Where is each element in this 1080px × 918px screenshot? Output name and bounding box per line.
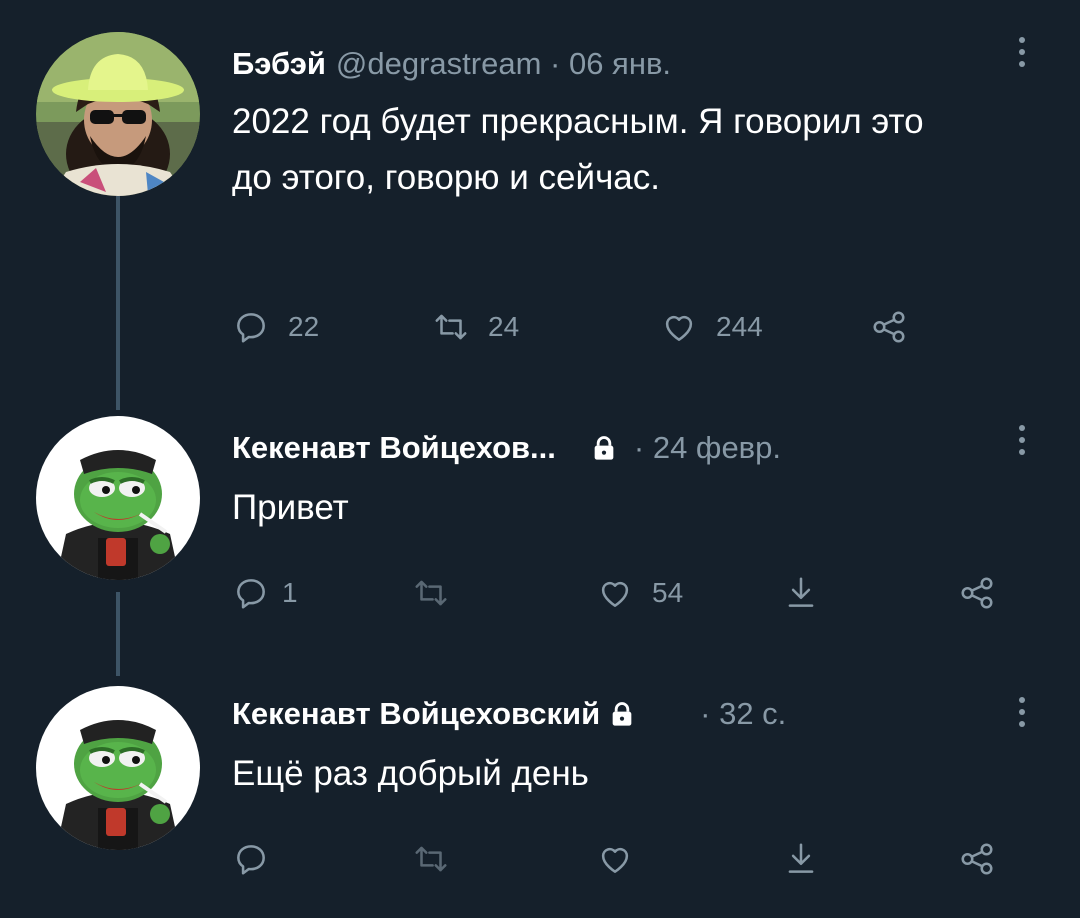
more-vertical-icon[interactable] [1010,688,1034,736]
tweet-header: Бэбэй @degrastream · 06 янв. [232,40,671,88]
like-button[interactable]: 244 [660,302,763,352]
share-icon [961,843,993,875]
reply-count: 22 [288,311,320,342]
tweet-text: Привет [232,488,349,527]
reply-button[interactable]: 22 [232,302,319,352]
lock-icon [612,702,632,726]
retweet-icon [415,580,447,606]
reply-count: 1 [282,577,298,608]
share-icon [873,311,905,343]
share-button[interactable] [958,834,996,884]
lock-icon [594,436,614,460]
author-name[interactable]: Кекенавт Войцехов... [232,430,556,466]
heart-icon [601,581,629,607]
like-button[interactable]: 54 [596,568,683,618]
download-icon [788,843,814,873]
tweet-text: 2022 год будет прекрасным. Я говорил это… [232,102,924,197]
more-vertical-icon[interactable] [1010,28,1034,76]
reply-icon [237,579,265,609]
thread-line [116,196,120,410]
share-icon [961,577,993,609]
tweet-header: Кекенавт Войцехов... · 24 февр. [232,424,781,472]
download-icon [788,577,814,607]
author-name[interactable]: Кекенавт Войцеховский [232,696,600,732]
tweet-meta: @degrastream · 06 янв. [335,46,672,81]
like-count: 244 [716,311,763,342]
retweet-button[interactable] [412,834,450,884]
share-button[interactable] [958,568,996,618]
reply-button[interactable] [232,834,270,884]
reply-icon [237,845,265,875]
retweet-icon [415,846,447,872]
avatar[interactable] [36,686,200,850]
reply-button[interactable]: 1 [232,568,298,618]
heart-icon [601,847,629,873]
like-count: 54 [652,577,684,608]
like-button[interactable] [596,834,634,884]
avatar[interactable] [36,416,200,580]
more-vertical-icon[interactable] [1010,416,1034,464]
retweet-button[interactable]: 24 [432,302,519,352]
download-button[interactable] [782,568,820,618]
retweet-icon [435,314,467,340]
tweet-meta: · 32 с. [700,696,787,731]
author-name[interactable]: Бэбэй [232,46,326,82]
download-button[interactable] [782,834,820,884]
tweet-text: Ещё раз добрый день [232,754,589,793]
share-button[interactable] [870,302,908,352]
tweet-meta: · 24 февр. [633,430,782,465]
reply-icon [237,313,265,343]
retweet-button[interactable] [412,568,450,618]
avatar[interactable] [36,32,200,196]
thread-line [116,592,120,676]
tweet-header: Кекенавт Войцеховский · 32 с. [232,690,786,738]
heart-icon [665,315,693,341]
retweet-count: 24 [488,311,520,342]
